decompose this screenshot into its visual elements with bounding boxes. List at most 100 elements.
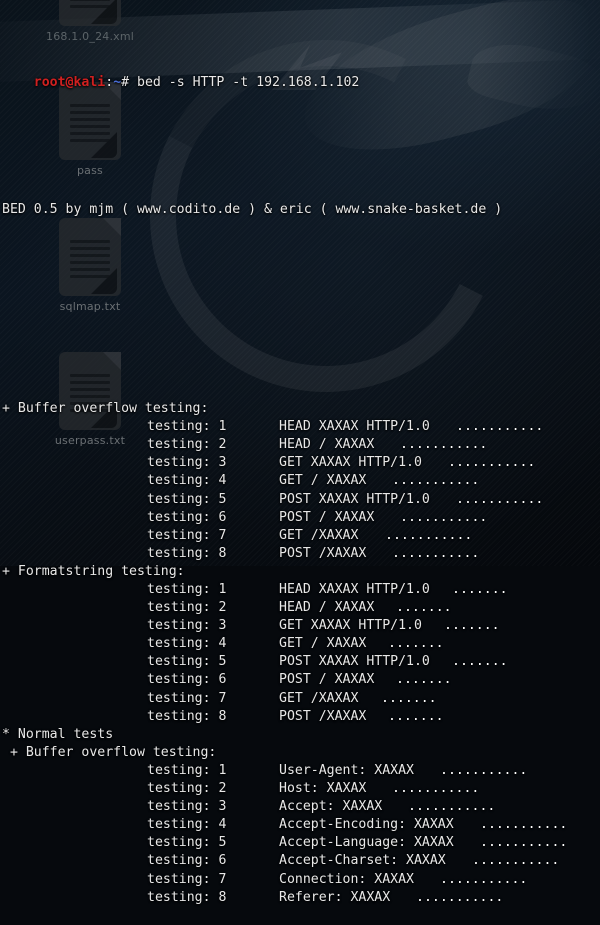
spacer-line-2 [2,273,600,291]
prompt-path: ~ [113,75,121,90]
test-row-progress-dots: ........... [392,545,479,563]
test-row: testing: 4GET / XAXAX....... [2,635,600,653]
test-row-label: testing: 4 [147,472,226,490]
test-row-progress-dots: ........... [400,436,487,454]
test-row: testing: 1HEAD XAXAX HTTP/1.0....... [2,581,600,599]
test-row-label: testing: 8 [147,889,226,907]
test-row: testing: 5Accept-Language: XAXAX........… [2,834,600,852]
test-row-label: testing: 8 [147,708,226,726]
test-row: testing: 4 GET / XAXAX........... [2,472,600,490]
test-row-payload: Host: XAXAX [279,780,366,798]
test-row-progress-dots: ........... [416,889,503,907]
test-row-progress-dots: ........... [448,454,535,472]
test-row-payload: POST / XAXAX [279,671,374,689]
test-row-label: testing: 1 [147,418,226,436]
terminal-output: + Buffer overflow testing:testing: 1HEAD… [2,400,600,907]
spacer-line-1 [2,129,600,147]
test-row-progress-dots: ........... [456,491,543,509]
test-row-payload: GET / XAXAX [279,472,366,490]
test-row: testing: 8 POST /XAXAX....... [2,708,600,726]
test-row: testing: 2 HEAD / XAXAX....... [2,599,600,617]
test-row-payload: User-Agent: XAXAX [279,762,414,780]
section-heading: + Buffer overflow testing: [2,744,600,762]
test-row-payload: POST /XAXAX [279,545,366,563]
test-row-label: testing: 5 [147,491,226,509]
test-row: testing: 4 Accept-Encoding: XAXAX........… [2,816,600,834]
test-row: testing: 6POST / XAXAX....... [2,671,600,689]
test-row: testing: 7 GET /XAXAX........... [2,527,600,545]
test-row: testing: 7 Connection: XAXAX........... [2,871,600,889]
test-row-progress-dots: ....... [381,690,437,708]
prompt-colon: : [105,75,113,90]
test-row-progress-dots: ........... [456,418,543,436]
test-row-progress-dots: ....... [388,635,444,653]
test-row-progress-dots: ........... [440,871,527,889]
test-row: testing: 5POST XAXAX HTTP/1.0....... [2,653,600,671]
test-row: testing: 2 HEAD / XAXAX........... [2,436,600,454]
test-row-progress-dots: ....... [444,617,500,635]
test-row-payload: GET /XAXAX [279,527,358,545]
test-row-progress-dots: ........... [472,852,559,870]
prompt-user-host: root@kali [34,75,105,90]
prompt-sigil: # [121,75,129,90]
test-row-label: testing: 5 [147,834,226,852]
test-row-payload: HEAD XAXAX HTTP/1.0 [279,581,430,599]
test-row-label: testing: 3 [147,798,226,816]
test-row: testing: 8 POST /XAXAX........... [2,545,600,563]
test-row-payload: Accept-Language: XAXAX [279,834,454,852]
test-row-payload: Accept: XAXAX [279,798,382,816]
test-row: testing: 3 GET XAXAX HTTP/1.0........... [2,454,600,472]
terminal-window[interactable]: root@kali:~# bed -s HTTP -t 192.168.1.10… [0,0,600,566]
test-row-label: testing: 7 [147,871,226,889]
test-row-label: testing: 2 [147,780,226,798]
test-row-progress-dots: ....... [452,581,508,599]
test-row: testing: 6 Accept-Charset: XAXAX.........… [2,852,600,870]
test-row-label: testing: 4 [147,816,226,834]
test-row-label: testing: 6 [147,852,226,870]
test-row: testing: 3 Accept: XAXAX........... [2,798,600,816]
test-row-payload: GET /XAXAX [279,690,358,708]
test-row-label: testing: 2 [147,436,226,454]
test-row: testing: 7 GET /XAXAX....... [2,690,600,708]
test-row-payload: HEAD / XAXAX [279,436,374,454]
test-row-progress-dots: ........... [392,780,479,798]
test-row-payload: Connection: XAXAX [279,871,414,889]
test-row: testing: 8Referer: XAXAX........... [2,889,600,907]
test-row-label: testing: 3 [147,454,226,472]
test-row-payload: GET XAXAX HTTP/1.0 [279,454,422,472]
test-row-payload: POST XAXAX HTTP/1.0 [279,491,430,509]
test-row-payload: Accept-Encoding: XAXAX [279,816,454,834]
test-row: testing: 6POST / XAXAX........... [2,509,600,527]
test-row-label: testing: 4 [147,635,226,653]
normal-tests-heading: * Normal tests [2,726,600,744]
test-row-progress-dots: ....... [452,653,508,671]
test-row-payload: POST /XAXAX [279,708,366,726]
test-row: testing: 5 POST XAXAX HTTP/1.0........... [2,491,600,509]
test-row-label: testing: 3 [147,617,226,635]
test-row-label: testing: 7 [147,690,226,708]
test-row-progress-dots: ....... [396,599,452,617]
test-row-label: testing: 8 [147,545,226,563]
bed-banner-line: BED 0.5 by mjm ( www.codito.de ) & eric … [2,201,600,219]
test-row-progress-dots: ........... [440,762,527,780]
test-row: testing: 3 GET XAXAX HTTP/1.0....... [2,617,600,635]
test-row: testing: 2 Host: XAXAX........... [2,780,600,798]
test-row-progress-dots: ........... [385,527,472,545]
test-row-label: testing: 1 [147,762,226,780]
spacer-line-3 [2,328,600,346]
test-row-label: testing: 5 [147,653,226,671]
test-row: testing: 1HEAD XAXAX HTTP/1.0........... [2,418,600,436]
test-row-progress-dots: ........... [408,798,495,816]
test-row-payload: POST / XAXAX [279,509,374,527]
test-row-progress-dots: ........... [392,472,479,490]
test-row-progress-dots: ....... [388,708,444,726]
test-row-payload: HEAD / XAXAX [279,599,374,617]
test-row-label: testing: 2 [147,599,226,617]
test-row-label: testing: 7 [147,527,226,545]
test-row-progress-dots: ........... [480,816,567,834]
test-row-payload: GET XAXAX HTTP/1.0 [279,617,422,635]
prompt-line: root@kali:~# bed -s HTTP -t 192.168.1.10… [2,56,600,74]
section-heading: + Buffer overflow testing: [2,400,600,418]
command-text: bed -s HTTP -t 192.168.1.102 [129,75,359,90]
test-row-payload: Accept-Charset: XAXAX [279,852,446,870]
